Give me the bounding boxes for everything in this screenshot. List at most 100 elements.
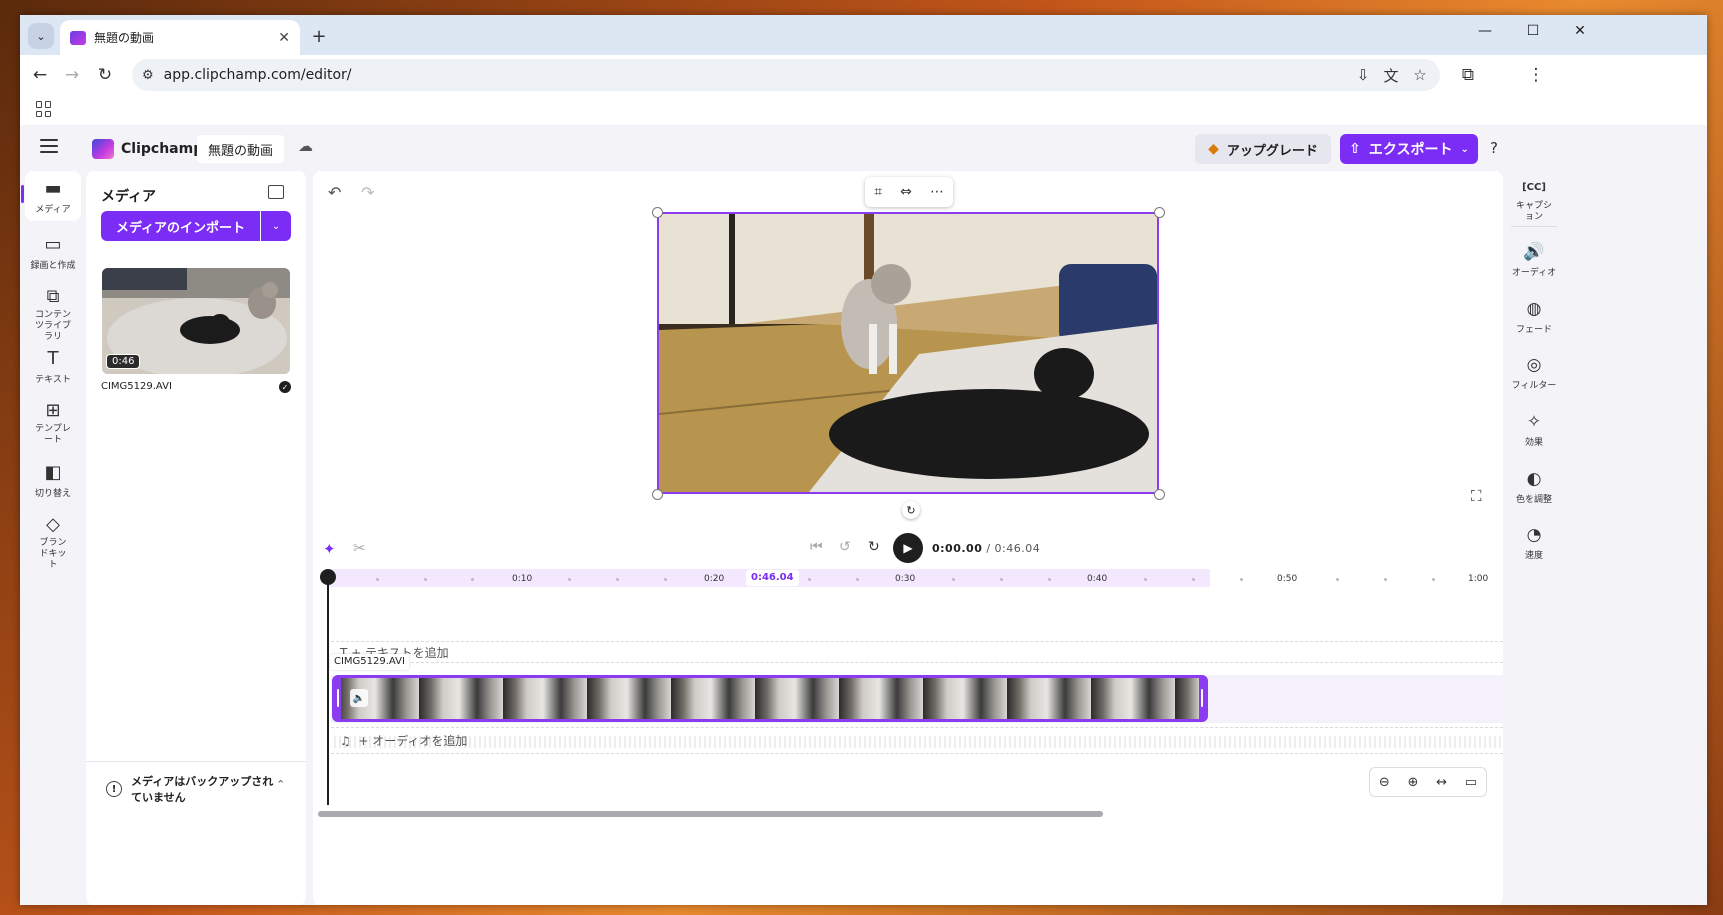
install-app-icon[interactable]: ⇩ [1349, 59, 1377, 91]
upgrade-button[interactable]: ◆ アップグレード [1195, 134, 1331, 164]
rotate-icon[interactable]: ↻ [902, 501, 920, 519]
property-fade[interactable]: ◍ フェード [1503, 298, 1565, 335]
forward-button[interactable]: → [59, 62, 85, 88]
sidebar-item-label: テキスト [35, 375, 71, 385]
ruler-dot [1000, 578, 1003, 581]
tab-search-button[interactable]: ⌄ [28, 23, 54, 49]
property-speed[interactable]: ◔ 速度 [1503, 524, 1565, 561]
divider [1511, 226, 1557, 227]
fit-timeline-icon[interactable]: ↔ [1436, 775, 1447, 790]
minimize-button[interactable]: — [1465, 23, 1505, 39]
sparkle-icon[interactable]: ✦ [323, 540, 336, 558]
site-info-icon[interactable]: ⚙ [142, 68, 154, 83]
url-text: app.clipchamp.com/editor/ [163, 67, 352, 83]
scissors-icon[interactable]: ✂ [353, 539, 366, 557]
info-icon: ! [106, 781, 122, 797]
sidebar-item-label: コンテンツライブラリ [34, 310, 71, 342]
extensions-icon[interactable]: ⧉ [1454, 62, 1482, 88]
ruler-dot [1048, 578, 1051, 581]
apps-grid-icon[interactable] [36, 101, 52, 117]
close-window-button[interactable]: ✕ [1560, 23, 1600, 39]
resize-handle[interactable] [1154, 489, 1165, 500]
track-divider [331, 727, 1503, 728]
translate-icon[interactable]: 文 [1377, 59, 1405, 91]
bookmark-star-icon[interactable]: ☆ [1406, 59, 1434, 91]
forward-5-icon[interactable]: ↻ [868, 539, 880, 555]
resize-handle[interactable] [652, 489, 663, 500]
sidebar-item-label: メディア [35, 205, 71, 215]
undo-icon[interactable]: ↶ [328, 183, 341, 202]
fullscreen-icon[interactable]: ⛶ [1471, 487, 1482, 505]
browser-tab[interactable]: 無題の動画 ✕ [60, 20, 300, 55]
resize-handle[interactable] [652, 207, 663, 218]
track-divider [331, 662, 1503, 663]
contrast-icon: ◐ [1526, 469, 1542, 489]
property-captions[interactable]: [CC] キャプション [1503, 177, 1565, 223]
zoom-in-icon[interactable]: ⊕ [1408, 775, 1419, 790]
playhead-handle[interactable] [320, 569, 336, 585]
clip-trim-handle-right[interactable] [1199, 677, 1205, 720]
clip-trim-handle-left[interactable] [335, 677, 341, 720]
sidebar-item-media[interactable]: ▬ メディア [25, 171, 81, 221]
new-tab-button[interactable]: + [306, 23, 332, 49]
app-header: Clipchamp 無題の動画 ☁ ◆ アップグレード ⇧ エクスポート ⌄ ? [20, 125, 1707, 171]
media-panel: メディア メディアのインポート ⌄ 0:46 CIMG5129.AVI ✓ ! … [86, 171, 306, 905]
hamburger-menu-icon[interactable] [40, 139, 58, 153]
clip-label: CIMG5129.AVI [330, 654, 409, 670]
reload-button[interactable]: ↻ [92, 62, 118, 88]
media-thumbnail[interactable]: 0:46 [102, 268, 290, 374]
clip-volume-icon[interactable]: 🔈 [350, 689, 368, 707]
property-audio[interactable]: 🔊 オーディオ [1503, 241, 1565, 278]
panel-title: メディア [101, 189, 157, 205]
property-filters[interactable]: ◎ フィルター [1503, 354, 1565, 391]
chevron-up-icon[interactable]: ⌃ [276, 778, 285, 791]
import-media-button[interactable]: メディアのインポート [101, 211, 260, 241]
collapse-panel-icon[interactable] [268, 185, 284, 199]
ruler-dot [424, 578, 427, 581]
rewind-5-icon[interactable]: ↺ [839, 539, 851, 555]
browser-menu-icon[interactable]: ⋮ [1522, 62, 1550, 88]
address-bar[interactable]: ⚙ app.clipchamp.com/editor/ ⇩ 文 ☆ [132, 59, 1440, 91]
property-effects[interactable]: ✧ 効果 [1503, 411, 1565, 448]
sidebar-item-label: ブランドキット [39, 538, 67, 570]
sidebar-item-brand-kit[interactable]: ◇ ブランドキット [25, 513, 81, 571]
ruler-tick: 0:10 [512, 574, 533, 584]
property-adjust-colors[interactable]: ◐ 色を調整 [1503, 468, 1565, 505]
sidebar-item-content-library[interactable]: ⧉ コンテンツライブラリ [25, 285, 81, 343]
crop-icon[interactable]: ⌗ [874, 184, 882, 200]
speaker-icon: 🔊 [1523, 242, 1545, 262]
more-icon[interactable]: ⋯ [930, 184, 944, 200]
close-tab-icon[interactable]: ✕ [278, 30, 290, 46]
sidebar-item-record[interactable]: ▭ 録画と作成 [25, 233, 81, 271]
sidebar-item-templates[interactable]: ⊞ テンプレート [25, 399, 81, 446]
playhead-line [327, 573, 329, 805]
add-audio-track[interactable]: ♫ + オーディオを追加 [340, 732, 467, 749]
cloud-off-icon[interactable]: ☁ [298, 137, 313, 155]
sidebar-item-text[interactable]: T テキスト [25, 347, 81, 385]
left-sidebar: ▬ メディア ▭ 録画と作成 ⧉ コンテンツライブラリ T テキスト ⊞ テンプ… [20, 171, 86, 905]
maximize-button[interactable]: ☐ [1513, 23, 1553, 39]
magic-wand-icon: ✧ [1526, 412, 1542, 432]
play-button[interactable]: ▶ [893, 533, 923, 563]
text-icon: T [47, 348, 59, 369]
right-sidebar: [CC] キャプション 🔊 オーディオ ◍ フェード ◎ フィルター ✧ 効果 … [1503, 171, 1565, 905]
tab-strip: ⌄ 無題の動画 ✕ + — ☐ ✕ [20, 15, 1707, 55]
video-preview[interactable] [657, 212, 1159, 494]
help-icon[interactable]: ? [1490, 139, 1498, 157]
back-button[interactable]: ← [27, 62, 53, 88]
zoom-out-icon[interactable]: ⊖ [1379, 775, 1390, 790]
redo-icon[interactable]: ↷ [361, 183, 374, 202]
resize-handle[interactable] [1154, 207, 1165, 218]
skip-back-icon[interactable]: ⏮ [810, 539, 823, 555]
fit-icon[interactable]: ⇔ [900, 184, 912, 200]
captions-icon: [CC] [1522, 182, 1546, 193]
tab-title: 無題の動画 [94, 31, 155, 45]
project-name-field[interactable]: 無題の動画 [197, 135, 285, 163]
import-dropdown-button[interactable]: ⌄ [261, 211, 291, 241]
video-clip[interactable] [332, 675, 1208, 722]
ruler-dot [1336, 578, 1339, 581]
sidebar-item-transitions[interactable]: ◧ 切り替え [25, 461, 81, 499]
timeline-scrollbar[interactable] [318, 811, 1103, 817]
layout-icon[interactable]: ▭ [1465, 775, 1477, 790]
export-button[interactable]: ⇧ エクスポート ⌄ [1340, 134, 1478, 164]
